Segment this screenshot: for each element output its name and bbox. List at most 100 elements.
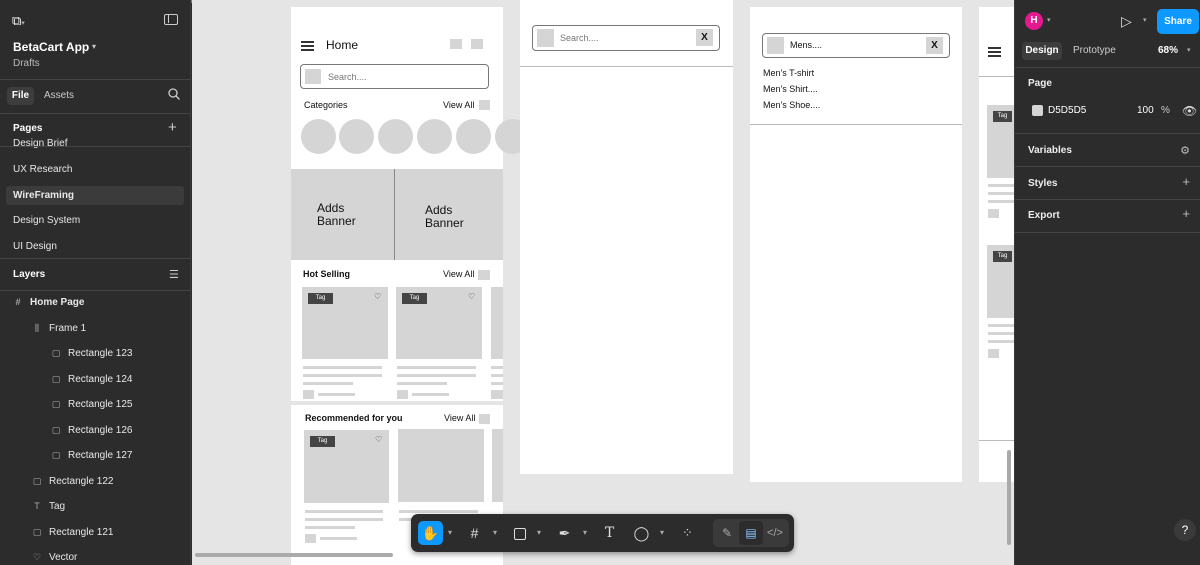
frame-tool-chevron-icon[interactable]: ▾ [491,521,499,545]
ad-banner-1[interactable]: Adds Banner [291,169,394,260]
hamburger-menu-icon[interactable] [988,47,1001,57]
file-name[interactable]: BetaCart App [13,40,89,54]
draw-mode-icon[interactable]: ✎ [715,521,739,545]
tab-assets[interactable]: Assets [44,87,74,105]
hand-tool-icon[interactable]: ✋ [418,521,443,545]
help-icon[interactable]: ? [1174,519,1196,541]
clear-search-button[interactable]: X [696,29,713,46]
result-item[interactable]: Men's T-shirt [763,68,814,78]
visibility-eye-icon[interactable]: 👁 [1182,104,1197,118]
present-play-icon[interactable]: ▷ [1121,13,1132,30]
layer-row[interactable]: ▢ Rectangle 124 [50,370,133,388]
category-circle[interactable] [378,119,413,154]
page-item-ui-design[interactable]: UI Design [6,237,184,256]
result-item[interactable]: Men's Shoe.... [763,100,820,110]
ad-banner-2[interactable]: Adds Banner [395,169,503,260]
file-location[interactable]: Drafts [13,58,40,69]
add-export-icon[interactable]: + [1182,206,1190,221]
figma-menu-icon[interactable]: ⧉▾ [12,13,25,29]
layer-name: Rectangle 124 [68,373,133,385]
product-card-image-clipped[interactable] [491,287,503,359]
product-title-line [988,200,1014,203]
toggle-sidebar-icon[interactable] [164,14,178,25]
page-opacity[interactable]: 100 [1137,105,1154,116]
layers-title: Layers [13,269,46,280]
add-style-icon[interactable]: + [1182,174,1190,189]
heart-icon[interactable]: ♡ [468,292,475,301]
category-circle[interactable] [339,119,374,154]
present-chevron-icon[interactable]: ▾ [1143,16,1147,24]
category-circle[interactable] [456,119,491,154]
page-color-swatch[interactable] [1032,105,1043,116]
hot-selling-view-all[interactable]: View All [443,269,474,279]
add-page-icon[interactable]: + [168,119,177,136]
layer-row[interactable]: T Tag [31,497,65,515]
layer-row[interactable]: ▢ Rectangle 127 [50,446,133,464]
user-avatar[interactable]: H [1025,12,1043,30]
pen-tool-icon[interactable]: ✒ [552,521,577,545]
tab-file[interactable]: File [7,87,34,105]
page-color-hex[interactable]: D5D5D5 [1048,105,1086,116]
avatar-chevron-icon[interactable]: ▾ [1047,16,1051,24]
hamburger-menu-icon[interactable] [301,41,314,51]
styles-title: Styles [1028,178,1058,189]
product-card-image-clipped[interactable] [492,429,503,502]
result-item[interactable]: Men's Shirt.... [763,84,818,94]
variables-title[interactable]: Variables [1028,145,1072,156]
hand-tool-chevron-icon[interactable]: ▾ [446,521,454,545]
product-card-image[interactable] [398,429,484,502]
home-search-input[interactable]: Search.... [300,64,489,89]
tab-design[interactable]: Design [1022,42,1062,60]
results-query: Mens.... [790,40,823,50]
layer-row[interactable]: ♡ Vector [31,548,77,565]
horizontal-scrollbar[interactable] [195,553,393,557]
product-frame-clipped[interactable]: Tag Tag [979,7,1014,482]
layer-row[interactable]: ▢ Rectangle 122 [31,472,114,490]
heart-icon[interactable]: ♡ [375,435,382,444]
zoom-chevron-icon[interactable]: ▾ [1187,46,1191,54]
heart-icon[interactable]: ♡ [374,292,381,301]
product-price-line [320,537,357,540]
collapse-layers-icon[interactable]: ☰ [169,268,179,281]
layer-row[interactable]: ⫼ Frame 1 [31,319,86,337]
page-item-wireframing[interactable]: WireFraming [6,186,184,205]
page-item-design-brief[interactable]: Design Brief [6,136,184,153]
recommended-view-all[interactable]: View All [444,413,475,423]
frame-tool-icon[interactable]: # [462,521,487,545]
search-icon[interactable] [168,88,180,100]
variables-settings-icon[interactable]: ⚙ [1180,144,1190,157]
page-item-design-system[interactable]: Design System [6,211,184,230]
category-circle[interactable] [301,119,336,154]
results-search-input[interactable]: Mens.... X [762,33,950,58]
search-input[interactable]: Search.... X [532,25,720,51]
page-item-ux-research[interactable]: UX Research [6,160,184,179]
actions-tool-icon[interactable]: ⁘ [675,521,700,545]
layer-row[interactable]: ▢ Rectangle 126 [50,421,133,439]
dev-mode-icon[interactable]: </> [763,521,787,545]
layer-row[interactable]: ▢ Rectangle 125 [50,395,133,413]
home-frame[interactable]: Home Search.... Categories View All Adds… [291,7,530,565]
file-menu-chevron-icon[interactable]: ▾ [92,42,96,51]
categories-view-all[interactable]: View All [443,100,474,110]
comment-tool-chevron-icon[interactable]: ▾ [658,521,666,545]
search-frame[interactable]: Search.... X [520,0,733,474]
layer-name: Rectangle 123 [68,348,133,359]
layer-row[interactable]: ▢ Rectangle 123 [50,344,133,362]
clear-results-button[interactable]: X [926,37,943,54]
text-tool-icon[interactable]: T [597,521,622,545]
design-mode-icon[interactable]: ▤ [739,521,763,545]
category-circle[interactable] [417,119,452,154]
comment-tool-icon[interactable]: ◯ [629,521,654,545]
search-results-frame[interactable]: Mens.... X Men's T-shirt Men's Shirt....… [750,7,962,482]
rectangle-tool-icon[interactable] [507,521,532,545]
tab-prototype[interactable]: Prototype [1073,42,1116,60]
layer-row[interactable]: ▢ Rectangle 121 [31,523,114,541]
layer-row[interactable]: # Home Page [12,293,84,311]
home-title: Home [326,38,359,52]
share-button[interactable]: Share [1157,9,1199,34]
vertical-scrollbar[interactable] [1007,450,1011,545]
zoom-level[interactable]: 68% [1158,42,1178,60]
canvas[interactable]: Home Search.... Categories View All Adds… [192,0,1014,565]
shape-tool-chevron-icon[interactable]: ▾ [535,521,543,545]
pen-tool-chevron-icon[interactable]: ▾ [581,521,589,545]
